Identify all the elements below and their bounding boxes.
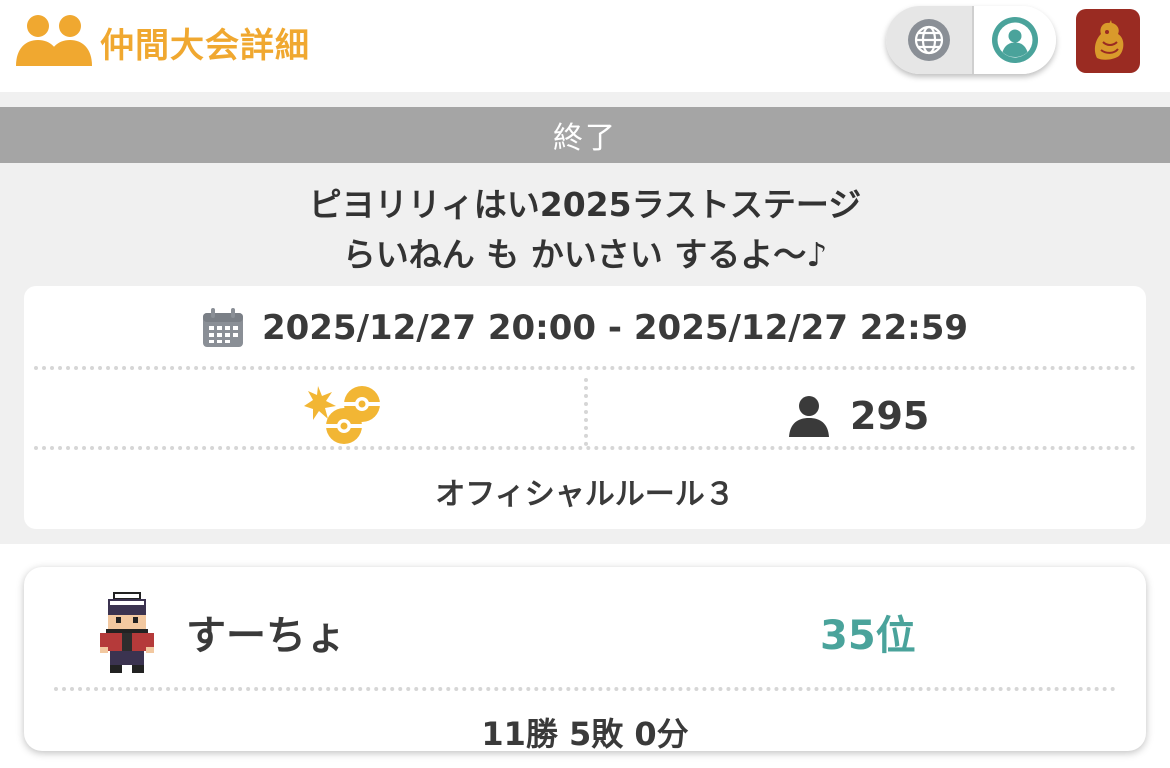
group-icon (16, 15, 92, 66)
toggle-friends-button[interactable] (972, 6, 1056, 74)
app-header: 仲間大会詳細 (0, 0, 1170, 92)
app-logo-icon[interactable] (1076, 9, 1140, 73)
toggle-global-button[interactable] (886, 6, 972, 74)
user-circle-icon (992, 17, 1038, 63)
player-rank: 35位 (820, 613, 916, 659)
trainer-avatar (100, 592, 154, 673)
rule-name: オフィシャルルール３ (435, 477, 735, 512)
globe-icon (908, 19, 950, 61)
page-title: 仲間大会詳細 (100, 26, 310, 66)
event-title-line1: ピヨリリィはい2025ラストステージ (308, 185, 862, 224)
battle-format-icon (304, 386, 380, 444)
status-banner: 終了 (0, 107, 1170, 163)
player-record: 11勝 5敗 0分 (481, 715, 689, 753)
player-result-card[interactable]: すーちょ 35位 11勝 5敗 0分 (24, 567, 1146, 753)
event-title-line2: らいねん も かいさい するよ〜♪ (342, 235, 828, 274)
calendar-icon (202, 308, 243, 347)
event-title: ピヨリリィはい2025ラストステージ らいねん も かいさい するよ〜♪ (0, 180, 1170, 280)
divider (584, 378, 588, 446)
participant-count: 295 (788, 394, 929, 438)
date-row: 2025/12/27 20:00 - 2025/12/27 22:59 (24, 302, 1146, 354)
divider (34, 366, 1136, 370)
view-toggle[interactable] (886, 6, 1056, 74)
divider (34, 446, 1136, 450)
divider (54, 687, 1116, 691)
date-range: 2025/12/27 20:00 - 2025/12/27 22:59 (261, 308, 969, 348)
participant-count-value: 295 (850, 394, 930, 438)
player-name: すーちょ (186, 613, 346, 659)
event-info-card: 2025/12/27 20:00 - 2025/12/27 22:59 295 … (24, 286, 1146, 529)
person-icon (789, 396, 829, 437)
